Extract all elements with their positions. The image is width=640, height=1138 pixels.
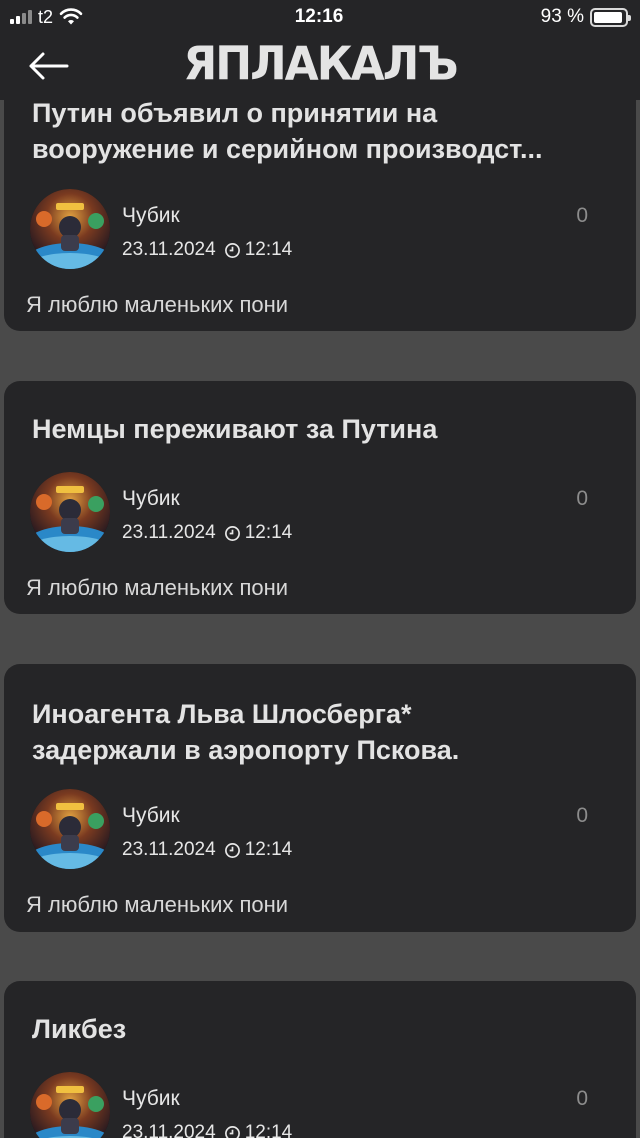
- post-tag[interactable]: Я люблю маленьких пони: [26, 575, 288, 601]
- avatar-image: [30, 189, 110, 269]
- post-time: 12:14: [244, 239, 293, 260]
- post-title-line: Иноагента Льва Шлосберга*: [32, 699, 412, 729]
- avatar[interactable]: [30, 1072, 110, 1138]
- post-meta: 23.11.2024 12:14: [122, 239, 292, 261]
- author-name[interactable]: Чубик: [122, 1087, 180, 1111]
- post-card[interactable]: Иноагента Льва Шлосберга* задержали в аэ…: [4, 664, 636, 932]
- clock-icon: [224, 525, 240, 541]
- avatar-image: [30, 1072, 110, 1138]
- post-meta: 23.11.2024 12:14: [122, 522, 292, 544]
- clock-icon: [224, 242, 240, 258]
- comment-count: 0: [576, 804, 588, 827]
- comment-count: 0: [576, 487, 588, 510]
- arrow-left-icon: [29, 52, 69, 80]
- battery-percent: 93 %: [540, 6, 584, 27]
- status-right: 93 %: [428, 6, 631, 28]
- post-title-line: вооружение и серийном производст...: [32, 134, 543, 164]
- avatar-image: [30, 789, 110, 869]
- post-date: 23.11.2024: [122, 1122, 216, 1138]
- post-tag[interactable]: Я люблю маленьких пони: [26, 292, 288, 318]
- avatar[interactable]: [30, 789, 110, 869]
- clock-icon: [224, 1125, 240, 1138]
- post-title[interactable]: Немцы переживают за Путина: [32, 411, 612, 447]
- author-name[interactable]: Чубик: [122, 204, 180, 228]
- post-title-line: Немцы переживают за Путина: [32, 414, 438, 444]
- post-card[interactable]: Ликбез Чубик 23.11.2024 12:14 0: [4, 981, 636, 1138]
- post-meta: 23.11.2024 12:14: [122, 1122, 292, 1138]
- post-time: 12:14: [244, 839, 293, 860]
- post-time: 12:14: [244, 522, 293, 543]
- author-name[interactable]: Чубик: [122, 804, 180, 828]
- post-meta: 23.11.2024 12:14: [122, 839, 292, 861]
- post-date: 23.11.2024: [122, 239, 216, 260]
- avatar-image: [30, 472, 110, 552]
- logo-text: ЯПЛАКАЛЪ: [183, 37, 458, 91]
- signal-icon: [10, 10, 32, 24]
- post-title[interactable]: Иноагента Льва Шлосберга* задержали в аэ…: [32, 696, 612, 768]
- battery-icon: [589, 7, 631, 27]
- author-name[interactable]: Чубик: [122, 487, 180, 511]
- clock-icon: [224, 842, 240, 858]
- avatar[interactable]: [30, 189, 110, 269]
- comment-count: 0: [576, 204, 588, 227]
- post-tag[interactable]: Я люблю маленьких пони: [26, 892, 288, 918]
- site-logo[interactable]: ЯПЛАКАЛЪ: [170, 36, 470, 92]
- post-feed: Путин объявил о принятии на вооружение и…: [0, 100, 640, 1138]
- post-date: 23.11.2024: [122, 522, 216, 543]
- post-card[interactable]: Путин объявил о принятии на вооружение и…: [4, 100, 636, 331]
- status-bar: t2 12:16 93 %: [0, 0, 640, 34]
- avatar[interactable]: [30, 472, 110, 552]
- post-title-line: Путин объявил о принятии на: [32, 100, 438, 128]
- comment-count: 0: [576, 1087, 588, 1110]
- screen: t2 12:16 93 % ЯПЛАКАЛЪ Путин объявил о п…: [0, 0, 640, 1138]
- status-time: 12:16: [294, 6, 344, 27]
- app-header: ЯПЛАКАЛЪ: [0, 34, 640, 100]
- post-title[interactable]: Ликбез: [32, 1011, 612, 1047]
- back-button[interactable]: [22, 46, 74, 86]
- status-left: t2: [10, 7, 210, 28]
- carrier-label: t2: [38, 6, 54, 27]
- post-title-line: задержали в аэропорту Пскова.: [32, 735, 460, 765]
- post-card[interactable]: Немцы переживают за Путина Чубик 23.11.2…: [4, 381, 636, 614]
- post-date: 23.11.2024: [122, 839, 216, 860]
- post-title-line: Ликбез: [32, 1014, 127, 1044]
- post-time: 12:14: [244, 1122, 293, 1138]
- wifi-icon: [59, 8, 83, 25]
- post-title[interactable]: Путин объявил о принятии на вооружение и…: [32, 100, 612, 167]
